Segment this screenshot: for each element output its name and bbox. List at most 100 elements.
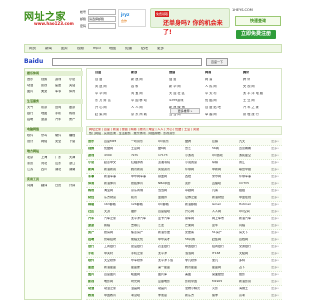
- category-link[interactable]: 米尔网: [212, 175, 221, 178]
- sidebar-link[interactable]: 天津: [69, 156, 75, 159]
- category-link[interactable]: 豆瓣电影: [158, 280, 170, 283]
- category-link[interactable]: M1905: [212, 280, 222, 283]
- sidebar-link[interactable]: 银行: [27, 112, 33, 115]
- category-link[interactable]: 美图: [185, 273, 191, 276]
- category-link[interactable]: 宠物小精灵: [185, 287, 200, 290]
- category-more-link[interactable]: 更多»: [271, 203, 279, 206]
- category-link[interactable]: 农业银行: [158, 245, 170, 248]
- category-link[interactable]: 东方财富: [104, 196, 116, 199]
- category-more-link[interactable]: 更多»: [271, 210, 279, 213]
- category-link[interactable]: 7k7k: [131, 154, 138, 157]
- category-more-link[interactable]: 更多»: [271, 196, 279, 199]
- famous-site-link[interactable]: 谷 歌: [131, 85, 138, 88]
- category-link[interactable]: 新浪乐居: [158, 231, 170, 234]
- category-link[interactable]: 太平洋下载: [158, 259, 173, 262]
- nav-tab[interactable]: 贴吧: [141, 47, 148, 51]
- category-name[interactable]: 图片: [88, 273, 94, 276]
- category-link[interactable]: 途牛: [212, 224, 218, 227]
- category-link[interactable]: 新浪财经: [212, 196, 224, 199]
- category-link[interactable]: 和讯: [131, 196, 137, 199]
- sidebar-link[interactable]: 词典: [27, 184, 33, 187]
- category-link[interactable]: QQ邮箱: [158, 203, 169, 206]
- sidebar-link[interactable]: 设计: [27, 140, 33, 143]
- sidebar-link[interactable]: 小说: [69, 78, 75, 81]
- category-link[interactable]: 联合早报: [239, 168, 251, 171]
- sidebar-link[interactable]: 查询: [55, 106, 61, 109]
- sidebar-link[interactable]: 汽车: [55, 118, 61, 121]
- famous-site-link[interactable]: 携 程 旅 行: [243, 113, 259, 116]
- category-link[interactable]: 昵图网: [131, 273, 140, 276]
- sidebar-link[interactable]: 硬件: [55, 134, 61, 137]
- sidebar-link[interactable]: 地图: [41, 112, 47, 115]
- category-link[interactable]: 中国教育: [104, 294, 116, 297]
- category-link[interactable]: 环球网: [185, 168, 194, 171]
- category-more-link[interactable]: 更多»: [271, 217, 279, 220]
- category-link[interactable]: 优酷网: [104, 147, 113, 150]
- category-link[interactable]: 图片库: [158, 273, 167, 276]
- category-link[interactable]: 星座网: [212, 266, 221, 269]
- category-link[interactable]: 证券之星: [185, 196, 197, 199]
- category-name[interactable]: 手机: [88, 252, 94, 255]
- category-link[interactable]: 酷狗: [185, 140, 191, 143]
- famous-site-link[interactable]: 新 华 网: [169, 85, 181, 88]
- category-link[interactable]: 占卜: [239, 266, 245, 269]
- category-more-link[interactable]: 更多»: [271, 140, 279, 143]
- famous-site-link[interactable]: 4399游戏: [169, 99, 184, 102]
- category-link[interactable]: 多特: [239, 259, 245, 262]
- category-link[interactable]: 桌面壁纸: [212, 273, 224, 276]
- sidebar-link[interactable]: 影视: [41, 84, 47, 87]
- famous-site-link[interactable]: 腾 讯: [243, 78, 250, 81]
- sidebar-link[interactable]: 图片: [27, 90, 33, 93]
- category-link[interactable]: 红袖添香: [131, 161, 143, 164]
- category-link[interactable]: 天极网: [239, 252, 248, 255]
- category-link[interactable]: 腾讯新闻: [131, 168, 143, 171]
- category-link[interactable]: 汽车之家: [104, 217, 116, 220]
- famous-site-link[interactable]: 东 方 财 富: [95, 99, 111, 102]
- category-name[interactable]: 动漫: [88, 287, 94, 290]
- category-link[interactable]: 新浪体育: [104, 182, 116, 185]
- category-link[interactable]: 易车网: [185, 217, 194, 220]
- category-more-link[interactable]: 更多»: [271, 266, 279, 269]
- sidebar-link[interactable]: 软件: [27, 134, 33, 137]
- sidebar-link[interactable]: 招聘: [27, 118, 33, 121]
- category-more-link[interactable]: 更多»: [271, 161, 279, 164]
- sidebar-link[interactable]: 星座: [55, 84, 61, 87]
- category-link[interactable]: 中华网军事: [131, 175, 146, 178]
- category-link[interactable]: 动画片: [158, 287, 167, 290]
- category-link[interactable]: 太平洋汽车: [131, 217, 146, 220]
- category-link[interactable]: NBA中国: [158, 182, 170, 185]
- category-link[interactable]: 交通银行: [239, 245, 251, 248]
- famous-site-link[interactable]: 卓 越 网: [205, 113, 217, 116]
- sidebar-link[interactable]: 河北: [41, 162, 47, 165]
- famous-site-link[interactable]: 人 人 网: [131, 106, 143, 109]
- sidebar-link[interactable]: 动漫: [27, 84, 33, 87]
- account-input[interactable]: [88, 9, 116, 15]
- mailbox-select[interactable]: 请选择邮箱: [88, 16, 116, 22]
- category-link[interactable]: 太平洋: [158, 252, 167, 255]
- sidebar-link[interactable]: 游戏: [55, 78, 61, 81]
- category-link[interactable]: 纵横: [212, 161, 218, 164]
- ad-banner-dating[interactable]: 免费领取 还单身吗? 你的机会来了!: [150, 8, 230, 36]
- famous-site-link[interactable]: 赶 集 网: [95, 113, 107, 116]
- category-link[interactable]: 潇湘书院: [158, 161, 170, 164]
- sidebar-link[interactable]: 日历: [55, 184, 61, 187]
- site-logo[interactable]: 网址之家 www.hao123.com: [24, 6, 74, 28]
- category-link[interactable]: 星座屋: [131, 266, 140, 269]
- category-link[interactable]: Gmail: [212, 203, 221, 206]
- nav-tab[interactable]: 图片: [61, 47, 68, 51]
- category-link[interactable]: 迅雷看看: [239, 147, 251, 150]
- category-link[interactable]: 招商银行: [212, 245, 224, 248]
- nav-tab[interactable]: 地图: [109, 47, 116, 51]
- category-link[interactable]: 海贼王: [239, 287, 248, 290]
- category-link[interactable]: 学而思: [158, 294, 167, 297]
- category-name[interactable]: 视频: [88, 147, 94, 150]
- famous-site-link[interactable]: 凤 凰 网: [95, 85, 107, 88]
- famous-site-link[interactable]: 汽 车 之 家: [243, 106, 259, 109]
- category-link[interactable]: 中金在线: [239, 196, 251, 199]
- category-link[interactable]: 中新网: [212, 168, 221, 171]
- category-link[interactable]: 手机之家: [131, 252, 143, 255]
- sidebar-link[interactable]: 山东: [55, 162, 61, 165]
- category-link[interactable]: QQ空间: [239, 210, 250, 213]
- sidebar-link[interactable]: 天气: [27, 106, 33, 109]
- category-link[interactable]: 建设银行: [131, 245, 143, 248]
